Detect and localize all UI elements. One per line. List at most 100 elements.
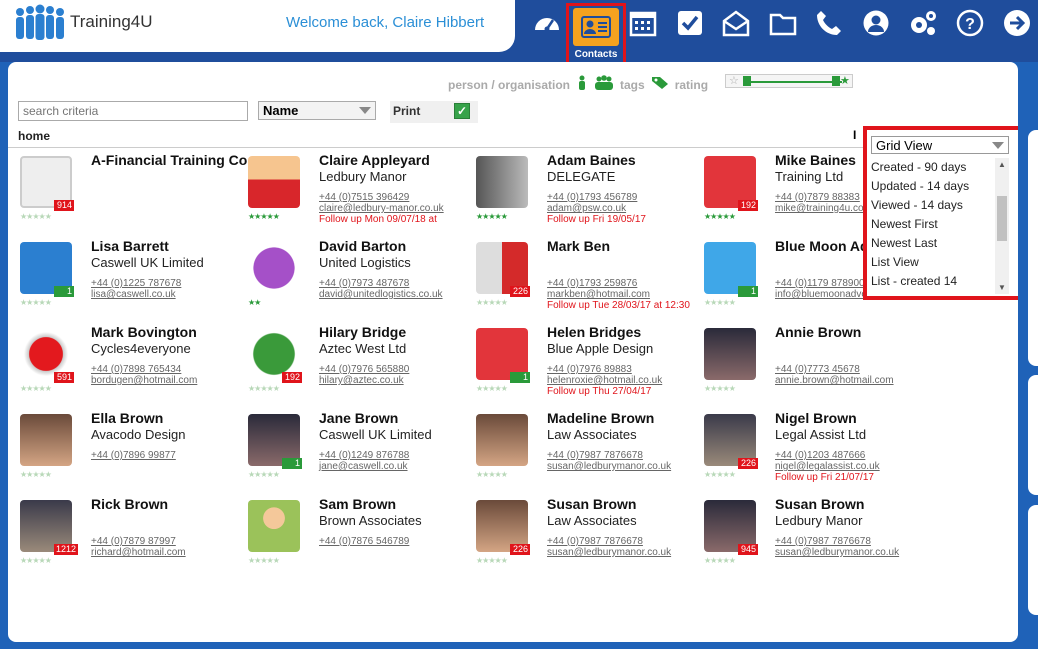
scroll-up-icon[interactable]: ▲ — [998, 160, 1006, 169]
contact-email[interactable]: lisa@caswell.co.uk — [91, 289, 176, 300]
contact-card[interactable]: ★★★★★ Claire Appleyard Ledbury Manor +44 (0… — [244, 152, 472, 238]
contact-phone[interactable]: +44 (0)1179 878900 — [775, 278, 865, 289]
contact-card[interactable]: ★★★★★ Ella Brown Avacodo Design +44 (0)7896… — [16, 410, 244, 496]
nav-contacts-button[interactable]: Contacts — [566, 3, 626, 67]
rating-slider-min-handle[interactable] — [743, 76, 751, 86]
contact-name[interactable]: David Barton — [319, 238, 406, 254]
contact-name[interactable]: Susan Brown — [547, 496, 636, 512]
contact-email[interactable]: nigel@legalassist.co.uk — [775, 461, 880, 472]
contact-email[interactable]: hilary@aztec.co.uk — [319, 375, 404, 386]
contact-card[interactable]: ★★★★★ Madeline Brown Law Associates +44 (0)… — [472, 410, 700, 496]
contact-card[interactable]: 226 ★★★★★ Susan Brown Law Associates +44 (0)… — [472, 496, 700, 582]
organisation-filter-icon[interactable] — [594, 75, 614, 94]
contact-email[interactable]: helenroxie@hotmail.co.uk — [547, 375, 662, 386]
contact-phone[interactable]: +44 (0)1225 787678 — [91, 278, 181, 289]
contact-email[interactable]: susan@ledburymanor.co.uk — [547, 547, 671, 558]
contact-avatar[interactable] — [248, 242, 300, 294]
contact-name[interactable]: Madeline Brown — [547, 410, 654, 426]
view-option[interactable]: List - created 14 — [871, 272, 995, 291]
contact-phone[interactable]: +44 (0)7876 546789 — [319, 536, 409, 547]
contact-card[interactable]: ★★★★★ Annie Brown +44 (0)7773 45678 annie.b… — [700, 324, 928, 410]
rating-slider-max-handle[interactable] — [832, 76, 840, 86]
contact-name[interactable]: Jane Brown — [319, 410, 398, 426]
contact-card[interactable]: 1 ★★★★★ Lisa Barrett Caswell UK Limited +44 … — [16, 238, 244, 324]
scrollbar-thumb[interactable] — [997, 196, 1007, 241]
contact-email[interactable]: david@unitedlogistics.co.uk — [319, 289, 443, 300]
contact-card[interactable]: 192 ★★★★★ Hilary Bridge Aztec West Ltd +44 (… — [244, 324, 472, 410]
contact-phone[interactable]: +44 (0)7976 565880 — [319, 364, 409, 375]
contact-email[interactable]: susan@ledburymanor.co.uk — [547, 461, 671, 472]
contact-card[interactable]: ★★★★★ Sam Brown Brown Associates +44 (0)787… — [244, 496, 472, 582]
calendar-icon[interactable] — [626, 6, 660, 40]
contact-card[interactable]: 1 ★★★★★ Helen Bridges Blue Apple Design +44 … — [472, 324, 700, 410]
print-checkbox[interactable]: ✓ — [454, 103, 470, 119]
contact-name[interactable]: Ella Brown — [91, 410, 163, 426]
tag-icon[interactable] — [651, 76, 669, 93]
contact-phone[interactable]: +44 (0)1249 876788 — [319, 450, 409, 461]
contact-phone[interactable]: +44 (0)1203 487666 — [775, 450, 865, 461]
contact-card[interactable]: 914 ★★★★★ A-Financial Training Co — [16, 152, 247, 238]
contact-avatar[interactable] — [476, 414, 528, 466]
user-profile-icon[interactable] — [859, 6, 893, 40]
contact-name[interactable]: Claire Appleyard — [319, 152, 430, 168]
contact-phone[interactable]: +44 (0)1793 456789 — [547, 192, 637, 203]
contact-phone[interactable]: +44 (0)7973 487678 — [319, 278, 409, 289]
contact-name[interactable]: A-Financial Training Co — [91, 152, 247, 168]
contact-avatar[interactable] — [704, 328, 756, 380]
view-option[interactable]: Updated - 14 days — [871, 177, 995, 196]
contact-card[interactable]: 1212 ★★★★★ Rick Brown +44 (0)7879 87997 rich… — [16, 496, 244, 582]
settings-gears-icon[interactable] — [906, 6, 940, 40]
view-option[interactable]: Newest First — [871, 215, 995, 234]
contact-email[interactable]: markben@hotmail.com — [547, 289, 650, 300]
contact-name[interactable]: Mark Ben — [547, 238, 610, 254]
search-field-select[interactable]: Name — [258, 101, 376, 120]
contact-phone[interactable]: +44 (0)7879 87997 — [91, 536, 176, 547]
contact-avatar[interactable] — [476, 156, 528, 208]
folder-icon[interactable] — [766, 6, 800, 40]
contact-name[interactable]: Helen Bridges — [547, 324, 641, 340]
contact-avatar[interactable] — [248, 156, 300, 208]
mail-open-icon[interactable] — [719, 6, 753, 40]
contact-name[interactable]: Adam Baines — [547, 152, 636, 168]
contact-email[interactable]: jane@caswell.co.uk — [319, 461, 408, 472]
dashboard-gauge-icon[interactable] — [530, 6, 564, 40]
contact-phone[interactable]: +44 (0)7898 765434 — [91, 364, 181, 375]
contact-name[interactable]: Lisa Barrett — [91, 238, 169, 254]
view-mode-select[interactable]: Grid View — [871, 136, 1009, 154]
contact-avatar[interactable] — [20, 414, 72, 466]
contact-email[interactable]: mike@training4u.co — [775, 203, 864, 214]
view-mode-dropdown[interactable]: Grid View Created - 90 days Updated - 14… — [863, 126, 1018, 300]
contact-phone[interactable]: +44 (0)7879 88383 — [775, 192, 860, 203]
help-icon[interactable]: ? — [953, 6, 987, 40]
contact-phone[interactable]: +44 (0)7896 99877 — [91, 450, 176, 461]
contact-email[interactable]: bordugen@hotmail.com — [91, 375, 197, 386]
contact-card[interactable]: 226 ★★★★★ Nigel Brown Legal Assist Ltd +44 (… — [700, 410, 928, 496]
rating-range-slider[interactable]: ☆ ★ — [725, 74, 853, 88]
contact-email[interactable]: adam@psw.co.uk — [547, 203, 626, 214]
print-toggle[interactable]: Print ✓ — [390, 101, 478, 123]
contact-card[interactable]: 1 ★★★★★ Jane Brown Caswell UK Limited +44 (0… — [244, 410, 472, 496]
contact-email[interactable]: annie.brown@hotmail.com — [775, 375, 894, 386]
scroll-down-icon[interactable]: ▼ — [998, 283, 1006, 292]
contact-name[interactable]: Susan Brown — [775, 496, 864, 512]
contact-name[interactable]: Mark Bovington — [91, 324, 197, 340]
contact-email[interactable]: richard@hotmail.com — [91, 547, 186, 558]
contact-name[interactable]: Nigel Brown — [775, 410, 857, 426]
contact-card[interactable]: ★★★★★ Adam Baines DELEGATE +44 (0)1793 4567… — [472, 152, 700, 238]
contact-name[interactable]: Hilary Bridge — [319, 324, 406, 340]
contact-phone[interactable]: +44 (0)7515 396429 — [319, 192, 409, 203]
options-scrollbar[interactable]: ▲ ▼ — [995, 158, 1009, 294]
view-option[interactable]: Viewed - 14 days — [871, 196, 995, 215]
breadcrumb[interactable]: home — [18, 129, 50, 143]
view-option[interactable]: Newest Last — [871, 234, 995, 253]
contact-email[interactable]: claire@ledbury-manor.co.uk — [319, 203, 444, 214]
contact-card[interactable]: ★★ David Barton United Logistics +44 (0)797… — [244, 238, 472, 324]
contact-name[interactable]: Rick Brown — [91, 496, 168, 512]
contact-name[interactable]: Sam Brown — [319, 496, 396, 512]
contact-name[interactable]: Mike Baines — [775, 152, 856, 168]
contact-phone[interactable]: +44 (0)7987 7876678 — [775, 536, 871, 547]
contact-card[interactable]: 226 ★★★★★ Mark Ben +44 (0)1793 259876 markbe… — [472, 238, 700, 324]
view-option[interactable]: List View — [871, 253, 995, 272]
search-input[interactable] — [18, 101, 248, 121]
contact-name[interactable]: Annie Brown — [775, 324, 861, 340]
